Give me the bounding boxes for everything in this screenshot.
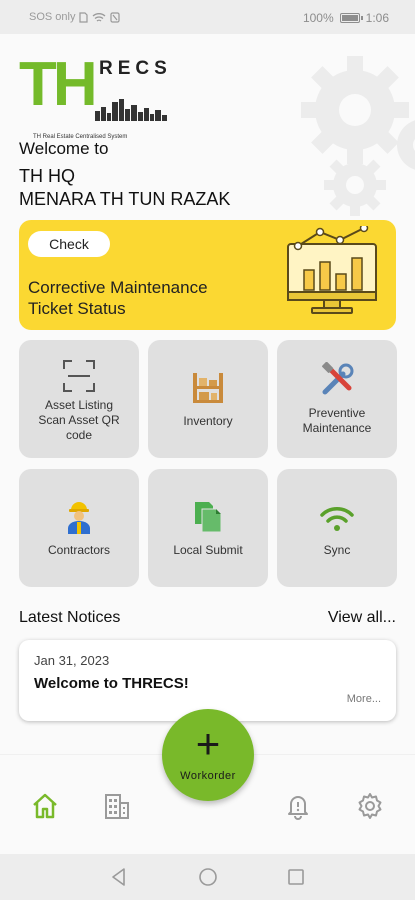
notice-date: Jan 31, 2023 xyxy=(34,653,110,668)
preventive-maintenance-label: Preventive Maintenance xyxy=(281,406,393,436)
nfc-icon xyxy=(110,11,121,23)
tools-icon xyxy=(322,362,354,395)
site-name: TH HQ MENARA TH TUN RAZAK xyxy=(19,165,230,211)
asset-listing-label-line1: Asset Listing xyxy=(44,398,114,412)
monitor-chart-icon xyxy=(287,226,377,314)
wifi-icon xyxy=(320,507,354,531)
inventory-tile[interactable]: Inventory xyxy=(148,340,268,458)
nav-buildings[interactable] xyxy=(102,791,132,821)
inventory-label: Inventory xyxy=(183,414,233,428)
battery-percent: 100% xyxy=(302,11,334,25)
building-icon xyxy=(105,794,129,819)
banner-title-line2: Ticket Status xyxy=(28,299,126,318)
battery-icon xyxy=(339,13,363,23)
notice-title: Welcome to THRECS! xyxy=(34,675,189,692)
notice-more-link[interactable]: More... xyxy=(347,693,381,705)
back-icon[interactable] xyxy=(108,866,130,888)
welcome-label: Welcome to xyxy=(19,139,109,158)
wifi-status-icon xyxy=(93,12,106,22)
sim-icon xyxy=(79,11,89,23)
asset-listing-label-line2: Scan Asset QR xyxy=(38,413,120,427)
status-bar: SOS only 100% 1:06 xyxy=(0,0,415,34)
preventive-maintenance-label-line1: Preventive xyxy=(308,406,366,420)
system-nav-bar xyxy=(0,854,415,900)
banner-title-line1: Corrective Maintenance xyxy=(28,278,208,297)
documents-icon xyxy=(195,502,222,533)
home-circle-icon[interactable] xyxy=(197,866,219,888)
logo-letters: TH xyxy=(19,50,98,119)
corrective-maintenance-banner[interactable]: Check Corrective Maintenance Ticket Stat… xyxy=(19,220,396,330)
local-submit-tile[interactable]: Local Submit xyxy=(148,469,268,587)
asset-listing-label: Asset Listing Scan Asset QR code xyxy=(23,398,135,443)
asset-listing-label-line3: code xyxy=(65,428,93,442)
status-right: 100% 1:06 xyxy=(303,11,389,25)
preventive-maintenance-tile[interactable]: Preventive Maintenance xyxy=(277,340,397,458)
latest-notices-heading: Latest Notices xyxy=(19,609,121,626)
workorder-label: Workorder xyxy=(180,770,236,782)
clock: 1:06 xyxy=(365,11,389,25)
contractors-label: Contractors xyxy=(47,543,111,557)
shelf-boxes-icon xyxy=(193,373,223,403)
asset-listing-tile[interactable]: Asset Listing Scan Asset QR code xyxy=(19,340,139,458)
nav-home[interactable] xyxy=(30,791,60,821)
home-screen: TH RECS TH Real Estate Centralised Syste… xyxy=(0,34,415,754)
site-name-line2: MENARA TH TUN RAZAK xyxy=(19,189,231,209)
site-name-line1: TH HQ xyxy=(19,166,75,186)
view-all-link[interactable]: View all... xyxy=(328,609,396,627)
sync-label: Sync xyxy=(323,543,351,557)
contractors-tile[interactable]: Contractors xyxy=(19,469,139,587)
bell-alert-icon xyxy=(288,796,308,820)
home-icon xyxy=(33,793,57,819)
worker-icon xyxy=(68,502,90,534)
nav-settings[interactable] xyxy=(355,791,385,821)
nav-alerts[interactable] xyxy=(283,791,313,821)
gear-icon xyxy=(358,793,382,819)
logo-suffix: RECS xyxy=(99,58,172,79)
preventive-maintenance-label-line2: Maintenance xyxy=(302,421,372,435)
workorder-fab-button[interactable]: + Workorder xyxy=(162,709,254,801)
recents-icon[interactable] xyxy=(285,866,307,888)
city-skyline-icon xyxy=(95,99,167,121)
qr-scan-icon xyxy=(63,360,95,392)
plus-icon: + xyxy=(195,720,221,767)
local-submit-label: Local Submit xyxy=(173,543,243,557)
network-status-text: SOS only xyxy=(29,11,76,23)
threcs-logo: TH RECS TH Real Estate Centralised Syste… xyxy=(19,54,169,149)
banner-title: Corrective Maintenance Ticket Status xyxy=(28,277,258,319)
status-left: SOS only xyxy=(29,11,121,23)
check-button[interactable]: Check xyxy=(28,231,110,257)
sync-tile[interactable]: Sync xyxy=(277,469,397,587)
